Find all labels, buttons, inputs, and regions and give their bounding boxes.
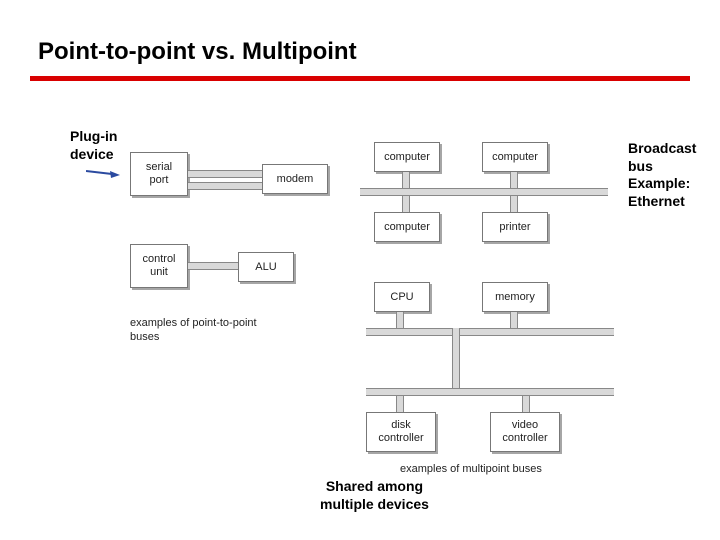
box-label: modem [277, 173, 314, 186]
box-computer-tr: computer [482, 142, 548, 172]
stub-disk [396, 396, 404, 412]
caption-ptp: examples of point-to-point buses [130, 316, 257, 345]
box-label: computer [384, 221, 430, 234]
bus-serial-modem-a [188, 170, 262, 178]
stub-mem [510, 312, 518, 328]
stub-tl [402, 172, 410, 188]
slide-title: Point-to-point vs. Multipoint [38, 38, 357, 66]
arrow-icon [86, 168, 120, 178]
box-label: CPU [390, 291, 413, 304]
box-label: control unit [142, 253, 175, 278]
stub-tr [510, 172, 518, 188]
box-printer: printer [482, 212, 548, 242]
box-modem: modem [262, 164, 328, 194]
box-serial-port: serial port [130, 152, 188, 196]
box-label: memory [495, 291, 535, 304]
box-label: computer [384, 151, 430, 164]
bus-serial-modem-b [188, 182, 262, 190]
box-label: serial port [146, 161, 172, 186]
box-computer-bl: computer [374, 212, 440, 242]
annotation-shared: Shared among multiple devices [320, 478, 429, 513]
box-alu: ALU [238, 252, 294, 282]
bus-cu-alu [188, 262, 238, 270]
caption-multipoint: examples of multipoint buses [400, 462, 542, 476]
stub-br [510, 196, 518, 212]
box-control-unit: control unit [130, 244, 188, 288]
box-label: ALU [255, 261, 276, 274]
box-video-controller: video controller [490, 412, 560, 452]
box-label: disk controller [378, 419, 423, 444]
title-underline [30, 76, 690, 81]
box-label: video controller [502, 419, 547, 444]
system-bus-h2 [366, 388, 614, 396]
ethernet-bus [360, 188, 608, 196]
system-bus-h [366, 328, 614, 336]
system-bus-v [452, 328, 460, 388]
box-label: computer [492, 151, 538, 164]
box-disk-controller: disk controller [366, 412, 436, 452]
box-memory: memory [482, 282, 548, 312]
diagram-container: serial port modem control unit ALU examp… [130, 142, 610, 472]
stub-cpu [396, 312, 404, 328]
box-label: printer [499, 221, 530, 234]
box-computer-tl: computer [374, 142, 440, 172]
annotation-broadcast-bus: Broadcast bus Example: Ethernet [628, 140, 696, 210]
stub-video [522, 396, 530, 412]
annotation-plugin-device: Plug-in device [70, 128, 117, 163]
stub-bl [402, 196, 410, 212]
box-cpu: CPU [374, 282, 430, 312]
